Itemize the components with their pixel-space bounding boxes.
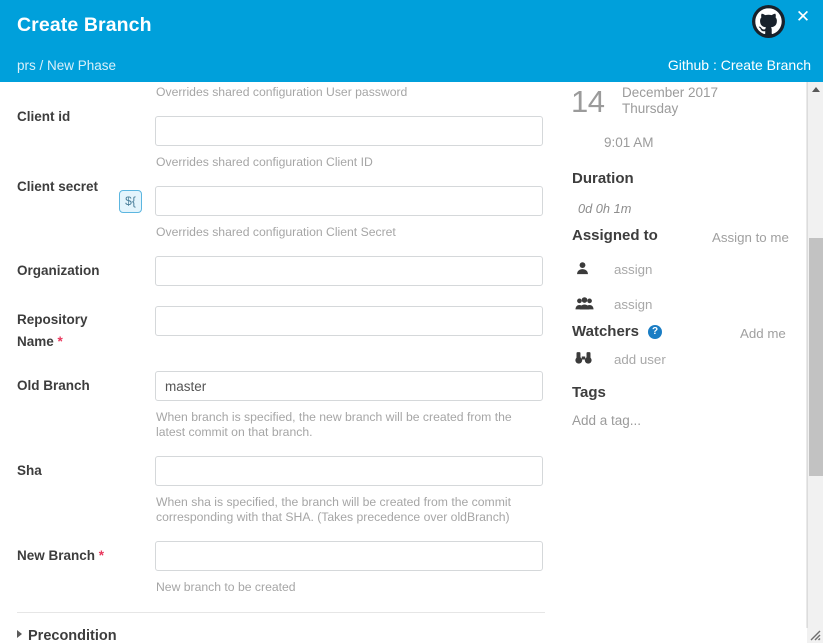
create-branch-form: Overrides shared configuration User pass… bbox=[0, 82, 560, 643]
field-label-client-secret: Client secret bbox=[17, 179, 99, 194]
new-branch-input[interactable] bbox=[155, 541, 543, 571]
date-weekday: Thursday bbox=[622, 100, 679, 116]
duration-heading: Duration bbox=[572, 170, 634, 187]
client-id-input[interactable] bbox=[155, 116, 543, 146]
field-label-new-branch: New Branch * bbox=[17, 548, 105, 563]
field-label-client-id: Client id bbox=[17, 109, 71, 124]
dialog-header: Create Branch ✕ prs / New Phase Github :… bbox=[0, 0, 823, 82]
task-context-label: Github : Create Branch bbox=[667, 57, 811, 73]
date-day-number: 14 bbox=[571, 84, 605, 119]
repository-name-input[interactable] bbox=[155, 306, 543, 336]
old-branch-input[interactable] bbox=[155, 371, 543, 401]
scroll-thumb[interactable] bbox=[809, 238, 823, 476]
required-marker: * bbox=[98, 548, 105, 563]
user-password-help-text: Overrides shared configuration User pass… bbox=[156, 85, 408, 99]
dialog-body: Overrides shared configuration User pass… bbox=[0, 82, 823, 643]
scroll-up-arrow-icon[interactable] bbox=[812, 87, 820, 92]
add-watcher-label[interactable]: add user bbox=[614, 352, 666, 367]
date-time: 9:01 AM bbox=[604, 135, 654, 150]
client-secret-input[interactable] bbox=[155, 186, 543, 216]
tags-heading: Tags bbox=[572, 384, 606, 401]
assigned-to-heading: Assigned to bbox=[572, 227, 658, 244]
field-label-organization: Organization bbox=[17, 263, 100, 278]
assign-user-label[interactable]: assign bbox=[614, 262, 652, 277]
date-month-year: December 2017 bbox=[622, 85, 719, 100]
new-branch-help-text: New branch to be created bbox=[156, 580, 296, 594]
organization-input[interactable] bbox=[155, 256, 543, 286]
users-group-icon bbox=[575, 296, 594, 314]
section-divider bbox=[17, 612, 545, 613]
sha-help-text: When sha is specified, the branch will b… bbox=[156, 495, 511, 524]
binoculars-icon bbox=[575, 351, 593, 369]
help-question-icon[interactable]: ? bbox=[648, 325, 662, 339]
old-branch-help-text: When branch is specified, the new branch… bbox=[156, 410, 512, 439]
caret-right-icon bbox=[17, 630, 22, 638]
close-icon[interactable]: ✕ bbox=[794, 8, 812, 26]
field-label-repository-name: Repository Name * bbox=[17, 312, 88, 349]
breadcrumb[interactable]: prs / New Phase bbox=[17, 58, 116, 73]
duration-value: 0d 0h 1m bbox=[578, 201, 632, 216]
page-title: Create Branch bbox=[17, 14, 152, 36]
date-month-year-weekday: December 2017 Thursday bbox=[622, 85, 718, 116]
vertical-scrollbar[interactable] bbox=[807, 82, 823, 628]
add-tag-input[interactable]: Add a tag... bbox=[572, 413, 641, 428]
add-me-link[interactable]: Add me bbox=[740, 326, 786, 341]
field-label-old-branch: Old Branch bbox=[17, 378, 90, 393]
scrollbar-corner bbox=[807, 628, 823, 643]
precondition-label: Precondition bbox=[28, 628, 117, 643]
assign-to-me-link[interactable]: Assign to me bbox=[712, 230, 789, 245]
resize-grip-icon[interactable] bbox=[810, 630, 821, 641]
precondition-section-toggle[interactable]: Precondition bbox=[17, 628, 117, 643]
assign-group-label[interactable]: assign bbox=[614, 297, 652, 312]
watchers-heading: Watchers bbox=[572, 323, 639, 340]
task-detail-sidebar: 14 December 2017 Thursday 9:01 AM Durati… bbox=[560, 82, 805, 643]
client-id-help-text: Overrides shared configuration Client ID bbox=[156, 155, 373, 169]
user-icon bbox=[575, 261, 593, 279]
sha-input[interactable] bbox=[155, 456, 543, 486]
field-label-sha: Sha bbox=[17, 463, 42, 478]
variable-insert-button[interactable]: ${ bbox=[119, 190, 142, 213]
required-marker: * bbox=[57, 334, 63, 349]
client-secret-help-text: Overrides shared configuration Client Se… bbox=[156, 225, 396, 239]
github-octocat-icon bbox=[752, 5, 785, 38]
